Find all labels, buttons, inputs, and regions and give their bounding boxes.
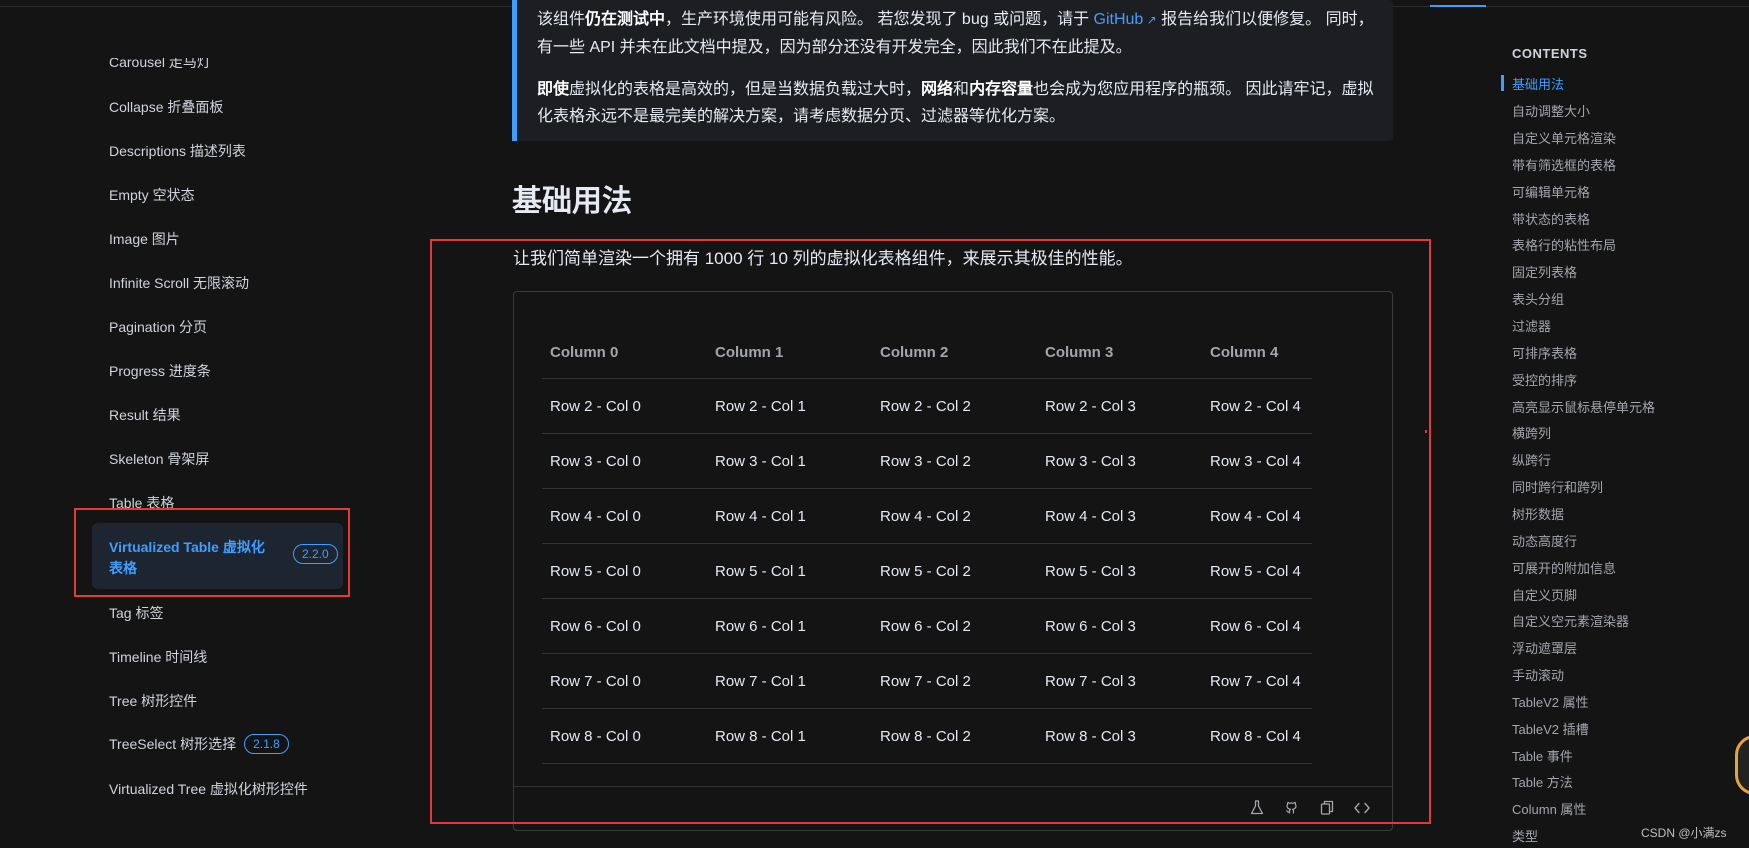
toc-item[interactable]: 受控的排序 <box>1512 370 1577 389</box>
tip-paragraph-2: 即使虚拟化的表格是高效的，但是当数据负载过大时，网络和内存容量也会成为您应用程序… <box>537 81 1374 125</box>
toc-item[interactable]: TableV2 插槽 <box>1512 719 1589 738</box>
toc-item[interactable]: 树形数据 <box>1512 504 1564 523</box>
sidebar-item-progress[interactable]: Progress 进度条 <box>109 361 211 381</box>
toc-item[interactable]: 动态高度行 <box>1512 531 1577 550</box>
toc-item[interactable]: Column 属性 <box>1512 799 1586 818</box>
toc-item[interactable]: 高亮显示鼠标悬停单元格 <box>1512 397 1655 416</box>
toc-item[interactable]: 同时跨行和跨列 <box>1512 477 1603 496</box>
sidebar-item-descriptions[interactable]: Descriptions 描述列表 <box>109 141 246 161</box>
sidebar-item-tag[interactable]: Tag 标签 <box>109 603 163 623</box>
watermark: CSDN @小满zs <box>1641 826 1727 840</box>
toc-item[interactable]: 基础用法 <box>1512 74 1564 93</box>
toc-item[interactable]: 固定列表格 <box>1512 262 1577 281</box>
sidebar-item-carousel[interactable]: Carousel 走马灯 <box>109 58 211 72</box>
top-nav-active-indicator <box>1430 5 1486 7</box>
toc-item[interactable]: 表头分组 <box>1512 289 1564 308</box>
toc-item[interactable]: 可展开的附加信息 <box>1512 558 1616 577</box>
sidebar-item-timeline[interactable]: Timeline 时间线 <box>109 647 207 667</box>
sidebar-item-tree[interactable]: Tree 树形控件 <box>109 691 197 711</box>
version-badge: 2.1.8 <box>244 734 289 754</box>
toc-item[interactable]: 自定义单元格渲染 <box>1512 128 1616 147</box>
sidebar-item-infinite-scroll[interactable]: Infinite Scroll 无限滚动 <box>109 273 249 293</box>
floating-widget[interactable] <box>1735 735 1749 795</box>
annotation-highlight-box <box>74 508 350 597</box>
toc-item[interactable]: 带有筛选框的表格 <box>1512 155 1616 174</box>
github-link[interactable]: GitHub <box>1094 11 1144 28</box>
sidebar-item-label: TreeSelect 树形选择 <box>109 736 237 752</box>
toc-item[interactable]: TableV2 属性 <box>1512 692 1589 711</box>
external-link-icon: ↗ <box>1143 13 1157 27</box>
toc-item[interactable]: 自定义空元素渲染器 <box>1512 611 1629 630</box>
sidebar-item-collapse[interactable]: Collapse 折叠面板 <box>109 97 223 117</box>
sidebar-item-empty[interactable]: Empty 空状态 <box>109 185 195 205</box>
sidebar-item-result[interactable]: Result 结果 <box>109 405 181 425</box>
sidebar-item-tree-select[interactable]: TreeSelect 树形选择 2.1.8 <box>109 734 289 754</box>
annotation-mark <box>1425 430 1427 433</box>
toc-item[interactable]: 带状态的表格 <box>1512 209 1590 228</box>
sidebar-nav: Carousel 走马灯 Collapse 折叠面板 Descriptions … <box>0 0 380 848</box>
sidebar-item-virtualized-tree[interactable]: Virtualized Tree 虚拟化树形控件 <box>109 779 308 799</box>
toc-item[interactable]: 横跨列 <box>1512 423 1551 442</box>
toc-item[interactable]: 浮动遮罩层 <box>1512 638 1577 657</box>
toc-item[interactable]: 表格行的粘性布局 <box>1512 235 1616 254</box>
toc-item[interactable]: 纵跨行 <box>1512 450 1551 469</box>
toc-item[interactable]: 自动调整大小 <box>1512 101 1590 120</box>
toc-item[interactable]: Table 事件 <box>1512 746 1573 765</box>
tip-paragraph-1: 该组件仍在测试中，生产环境使用可能有风险。 若您发现了 bug 或问题，请于 G… <box>537 11 1374 56</box>
toc-item[interactable]: 可编辑单元格 <box>1512 182 1590 201</box>
toc-item[interactable]: 手动滚动 <box>1512 665 1564 684</box>
annotation-highlight-box <box>430 239 1431 824</box>
toc-item[interactable]: 类型 <box>1512 826 1538 845</box>
toc-item[interactable]: 过滤器 <box>1512 316 1551 335</box>
toc-item[interactable]: 自定义页脚 <box>1512 585 1577 604</box>
toc-title: CONTENTS <box>1512 46 1588 61</box>
sidebar-item-pagination[interactable]: Pagination 分页 <box>109 317 207 337</box>
toc-active-indicator <box>1501 75 1504 91</box>
toc-item[interactable]: 可排序表格 <box>1512 343 1577 362</box>
sidebar-item-skeleton[interactable]: Skeleton 骨架屏 <box>109 449 209 469</box>
section-heading: 基础用法 <box>512 185 632 218</box>
sidebar-item-image[interactable]: Image 图片 <box>109 229 180 249</box>
toc-item[interactable]: Table 方法 <box>1512 772 1573 791</box>
warning-tip: 该组件仍在测试中，生产环境使用可能有风险。 若您发现了 bug 或问题，请于 G… <box>512 0 1393 141</box>
